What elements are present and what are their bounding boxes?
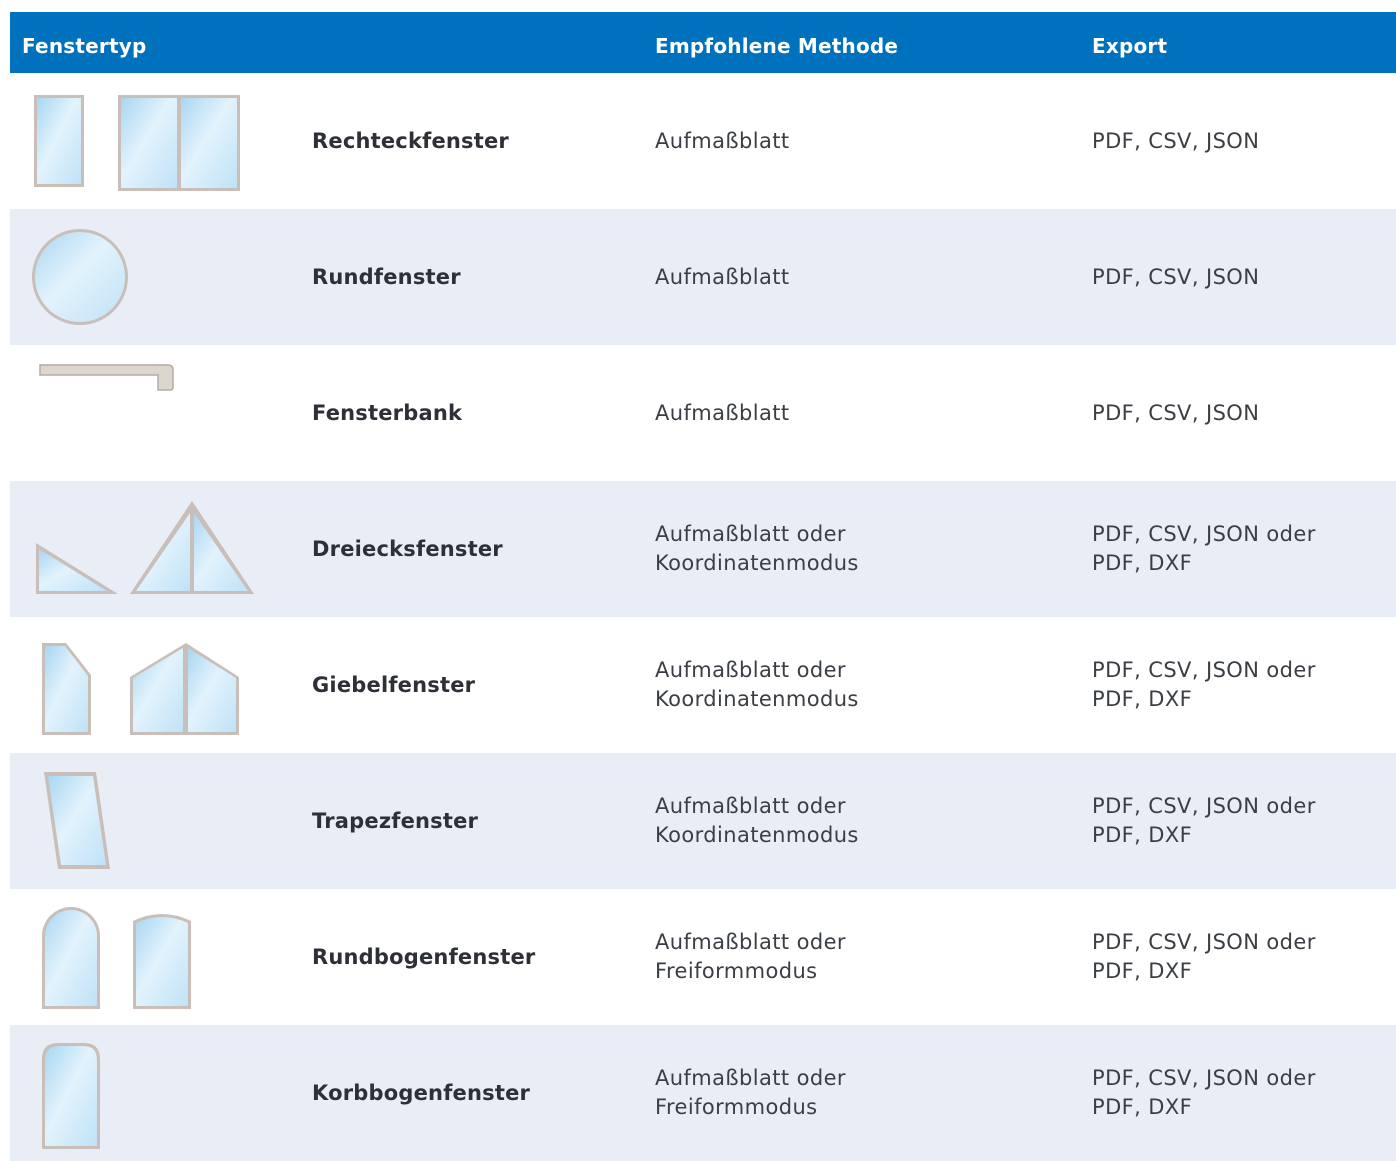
window-type-name: Korbbogenfenster bbox=[312, 1081, 531, 1105]
method-line: Koordinatenmodus bbox=[655, 823, 859, 847]
method-cell: Aufmaßblatt oder Koordinatenmodus bbox=[655, 481, 1075, 617]
header-export: Export bbox=[1092, 34, 1168, 58]
window-type-name: Fensterbank bbox=[312, 401, 463, 425]
method-line: Aufmaßblatt oder bbox=[655, 522, 846, 546]
window-type-name: Rundbogenfenster bbox=[312, 945, 536, 969]
method-cell: Aufmaßblatt bbox=[655, 73, 1075, 209]
method-line: Aufmaßblatt oder bbox=[655, 1066, 846, 1090]
method-cell: Aufmaßblatt oder Koordinatenmodus bbox=[655, 617, 1075, 753]
export-cell: PDF, CSV, JSON oder PDF, DXF bbox=[1092, 1025, 1392, 1161]
window-type-table: Fenstertyp Empfohlene Methode Export Rec… bbox=[10, 12, 1396, 1161]
table-row: Korbbogenfenster Aufmaßblatt oder Freifo… bbox=[10, 1025, 1396, 1161]
export-line: PDF, DXF bbox=[1092, 551, 1193, 575]
table-row: Rundfenster Aufmaßblatt PDF, CSV, JSON bbox=[10, 209, 1396, 345]
method-cell: Aufmaßblatt oder Koordinatenmodus bbox=[655, 753, 1075, 889]
export-line: PDF, CSV, JSON oder bbox=[1092, 794, 1316, 818]
export-cell: PDF, CSV, JSON oder PDF, DXF bbox=[1092, 753, 1392, 889]
rectangle-window-icon bbox=[10, 73, 290, 209]
method-line: Freiformmodus bbox=[655, 1095, 818, 1119]
export-line: PDF, CSV, JSON bbox=[1092, 400, 1260, 425]
method-cell: Aufmaßblatt oder Freiformmodus bbox=[655, 1025, 1075, 1161]
export-cell: PDF, CSV, JSON oder PDF, DXF bbox=[1092, 889, 1392, 1025]
method-cell: Aufmaßblatt bbox=[655, 209, 1075, 345]
method-cell: Aufmaßblatt bbox=[655, 345, 1075, 481]
table-row: Rechteckfenster Aufmaßblatt PDF, CSV, JS… bbox=[10, 73, 1396, 209]
table-header: Fenstertyp Empfohlene Methode Export bbox=[10, 12, 1396, 73]
window-type-name: Rundfenster bbox=[312, 265, 461, 289]
method-line: Aufmaßblatt oder bbox=[655, 930, 846, 954]
window-type-name: Trapezfenster bbox=[312, 809, 479, 833]
gable-window-icon bbox=[10, 617, 290, 753]
method-line: Aufmaßblatt oder bbox=[655, 658, 846, 682]
table-row: Dreiecksfenster Aufmaßblatt oder Koordin… bbox=[10, 481, 1396, 617]
method-line: Koordinatenmodus bbox=[655, 687, 859, 711]
export-cell: PDF, CSV, JSON oder PDF, DXF bbox=[1092, 617, 1392, 753]
export-cell: PDF, CSV, JSON bbox=[1092, 73, 1392, 209]
method-line: Koordinatenmodus bbox=[655, 551, 859, 575]
export-line: PDF, CSV, JSON oder bbox=[1092, 522, 1316, 546]
round-window-icon bbox=[10, 209, 290, 345]
export-cell: PDF, CSV, JSON bbox=[1092, 209, 1392, 345]
table-row: Giebelfenster Aufmaßblatt oder Koordinat… bbox=[10, 617, 1396, 753]
table-row: Fensterbank Aufmaßblatt PDF, CSV, JSON bbox=[10, 345, 1396, 481]
export-line: PDF, CSV, JSON oder bbox=[1092, 930, 1316, 954]
method-line: Freiformmodus bbox=[655, 959, 818, 983]
export-line: PDF, CSV, JSON bbox=[1092, 128, 1260, 153]
method-line: Aufmaßblatt bbox=[655, 400, 790, 425]
method-line: Aufmaßblatt bbox=[655, 264, 790, 289]
method-line: Aufmaßblatt oder bbox=[655, 794, 846, 818]
export-line: PDF, DXF bbox=[1092, 1095, 1193, 1119]
export-line: PDF, DXF bbox=[1092, 687, 1193, 711]
export-line: PDF, DXF bbox=[1092, 823, 1193, 847]
method-cell: Aufmaßblatt oder Freiformmodus bbox=[655, 889, 1075, 1025]
export-line: PDF, CSV, JSON oder bbox=[1092, 1066, 1316, 1090]
window-sill-icon bbox=[10, 345, 290, 481]
export-line: PDF, CSV, JSON oder bbox=[1092, 658, 1316, 682]
window-type-name: Giebelfenster bbox=[312, 673, 476, 697]
trapezoid-window-icon bbox=[10, 753, 290, 889]
header-empfohlene-methode: Empfohlene Methode bbox=[655, 34, 899, 58]
header-fenstertyp: Fenstertyp bbox=[22, 34, 147, 58]
export-cell: PDF, CSV, JSON oder PDF, DXF bbox=[1092, 481, 1392, 617]
window-type-name: Rechteckfenster bbox=[312, 129, 509, 153]
basket-arch-window-icon bbox=[10, 1025, 290, 1161]
export-line: PDF, DXF bbox=[1092, 959, 1193, 983]
export-cell: PDF, CSV, JSON bbox=[1092, 345, 1392, 481]
table-row: Rundbogenfenster Aufmaßblatt oder Freifo… bbox=[10, 889, 1396, 1025]
export-line: PDF, CSV, JSON bbox=[1092, 264, 1260, 289]
method-line: Aufmaßblatt bbox=[655, 128, 790, 153]
round-arch-window-icon bbox=[10, 889, 290, 1025]
window-type-name: Dreiecksfenster bbox=[312, 537, 503, 561]
triangle-window-icon bbox=[10, 481, 290, 617]
table-row: Trapezfenster Aufmaßblatt oder Koordinat… bbox=[10, 753, 1396, 889]
